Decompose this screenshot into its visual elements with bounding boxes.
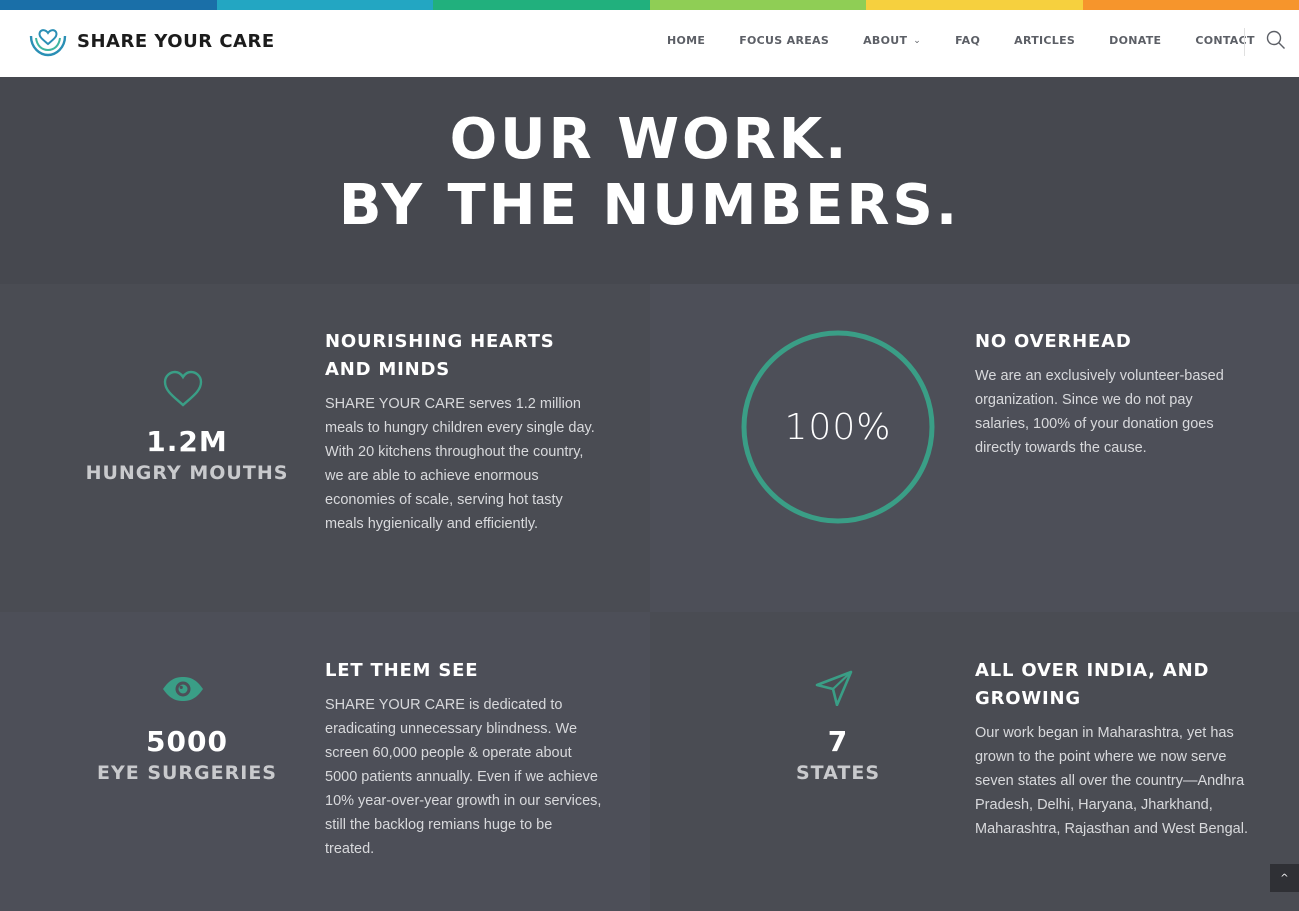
stat-number: 7 — [827, 725, 849, 758]
block-title: LET THEM SEE — [325, 660, 479, 681]
logo-link[interactable]: SHARE YOUR CARE — [28, 24, 275, 58]
chevron-down-icon: ⌄ — [913, 35, 922, 46]
strip-segment — [1082, 0, 1299, 10]
nav-faq[interactable]: FAQ — [955, 34, 980, 47]
search-icon[interactable] — [1266, 30, 1286, 50]
heart-icon — [163, 370, 203, 407]
strip-segment — [216, 0, 433, 10]
nav-focus-areas[interactable]: FOCUS AREAS — [739, 34, 829, 47]
nav-articles[interactable]: ARTICLES — [1014, 34, 1075, 47]
stat-label: EYE SURGERIES — [96, 762, 277, 784]
nav-divider — [1244, 28, 1245, 56]
scroll-to-top-button[interactable]: ^ — [1270, 864, 1299, 892]
hands-heart-icon — [29, 29, 67, 57]
nav-donate[interactable]: DONATE — [1109, 34, 1161, 47]
block-body: Our work began in Maharashtra, yet has g… — [975, 725, 1248, 837]
stat-states: 7 STATES — [713, 725, 963, 787]
progress-ring: 100% — [740, 329, 936, 525]
stat-label: HUNGRY MOUTHS — [85, 462, 289, 484]
chevron-up-icon: ^ — [1280, 872, 1289, 884]
block-body: We are an exclusively volunteer-based or… — [975, 368, 1224, 456]
eye-icon — [163, 677, 203, 701]
block-title: NO OVERHEAD — [975, 331, 1132, 352]
stat-label: STATES — [795, 762, 881, 784]
top-color-strip — [0, 0, 1299, 10]
nav-about[interactable]: ABOUT ⌄ — [863, 34, 921, 47]
strip-segment — [0, 0, 217, 10]
brand-name: SHARE YOUR CARE — [77, 30, 275, 52]
hero-section: OUR WORK. BY THE NUMBERS. — [0, 77, 1299, 284]
stat-eyes: 5000 EYE SURGERIES — [62, 725, 312, 787]
stat-number: 1.2M — [146, 425, 228, 458]
block-body: SHARE YOUR CARE is dedicated to eradicat… — [325, 697, 602, 857]
block-text-meals: NOURISHING HEARTS AND MINDS SHARE YOUR C… — [325, 328, 605, 536]
strip-segment — [433, 0, 650, 10]
block-text-eyes: LET THEM SEE SHARE YOUR CARE is dedicate… — [325, 657, 605, 861]
main-nav: HOME FOCUS AREAS ABOUT ⌄ FAQ ARTICLES DO… — [667, 34, 1289, 47]
stat-meals: 1.2M HUNGRY MOUTHS — [62, 425, 312, 487]
block-body: SHARE YOUR CARE serves 1.2 million meals… — [325, 396, 595, 532]
navigation-arrow-icon — [815, 670, 853, 706]
ring-percent: 100% — [784, 406, 892, 448]
site-header: SHARE YOUR CARE HOME FOCUS AREAS ABOUT ⌄… — [0, 10, 1299, 77]
hero-heading-line-2: BY THE NUMBERS. — [338, 173, 961, 238]
block-text-overhead: NO OVERHEAD We are an exclusively volunt… — [975, 328, 1250, 460]
hero-heading-line-1: OUR WORK. — [449, 107, 850, 172]
stat-number: 5000 — [146, 725, 228, 758]
nav-about-label: ABOUT — [863, 34, 908, 47]
strip-segment — [866, 0, 1083, 10]
block-title: NOURISHING HEARTS AND MINDS — [325, 331, 555, 380]
nav-home[interactable]: HOME — [667, 34, 705, 47]
block-text-states: ALL OVER INDIA, AND GROWING Our work beg… — [975, 657, 1250, 841]
block-title: ALL OVER INDIA, AND GROWING — [975, 660, 1210, 709]
nav-contact[interactable]: CONTACT — [1195, 34, 1254, 47]
strip-segment — [649, 0, 866, 10]
